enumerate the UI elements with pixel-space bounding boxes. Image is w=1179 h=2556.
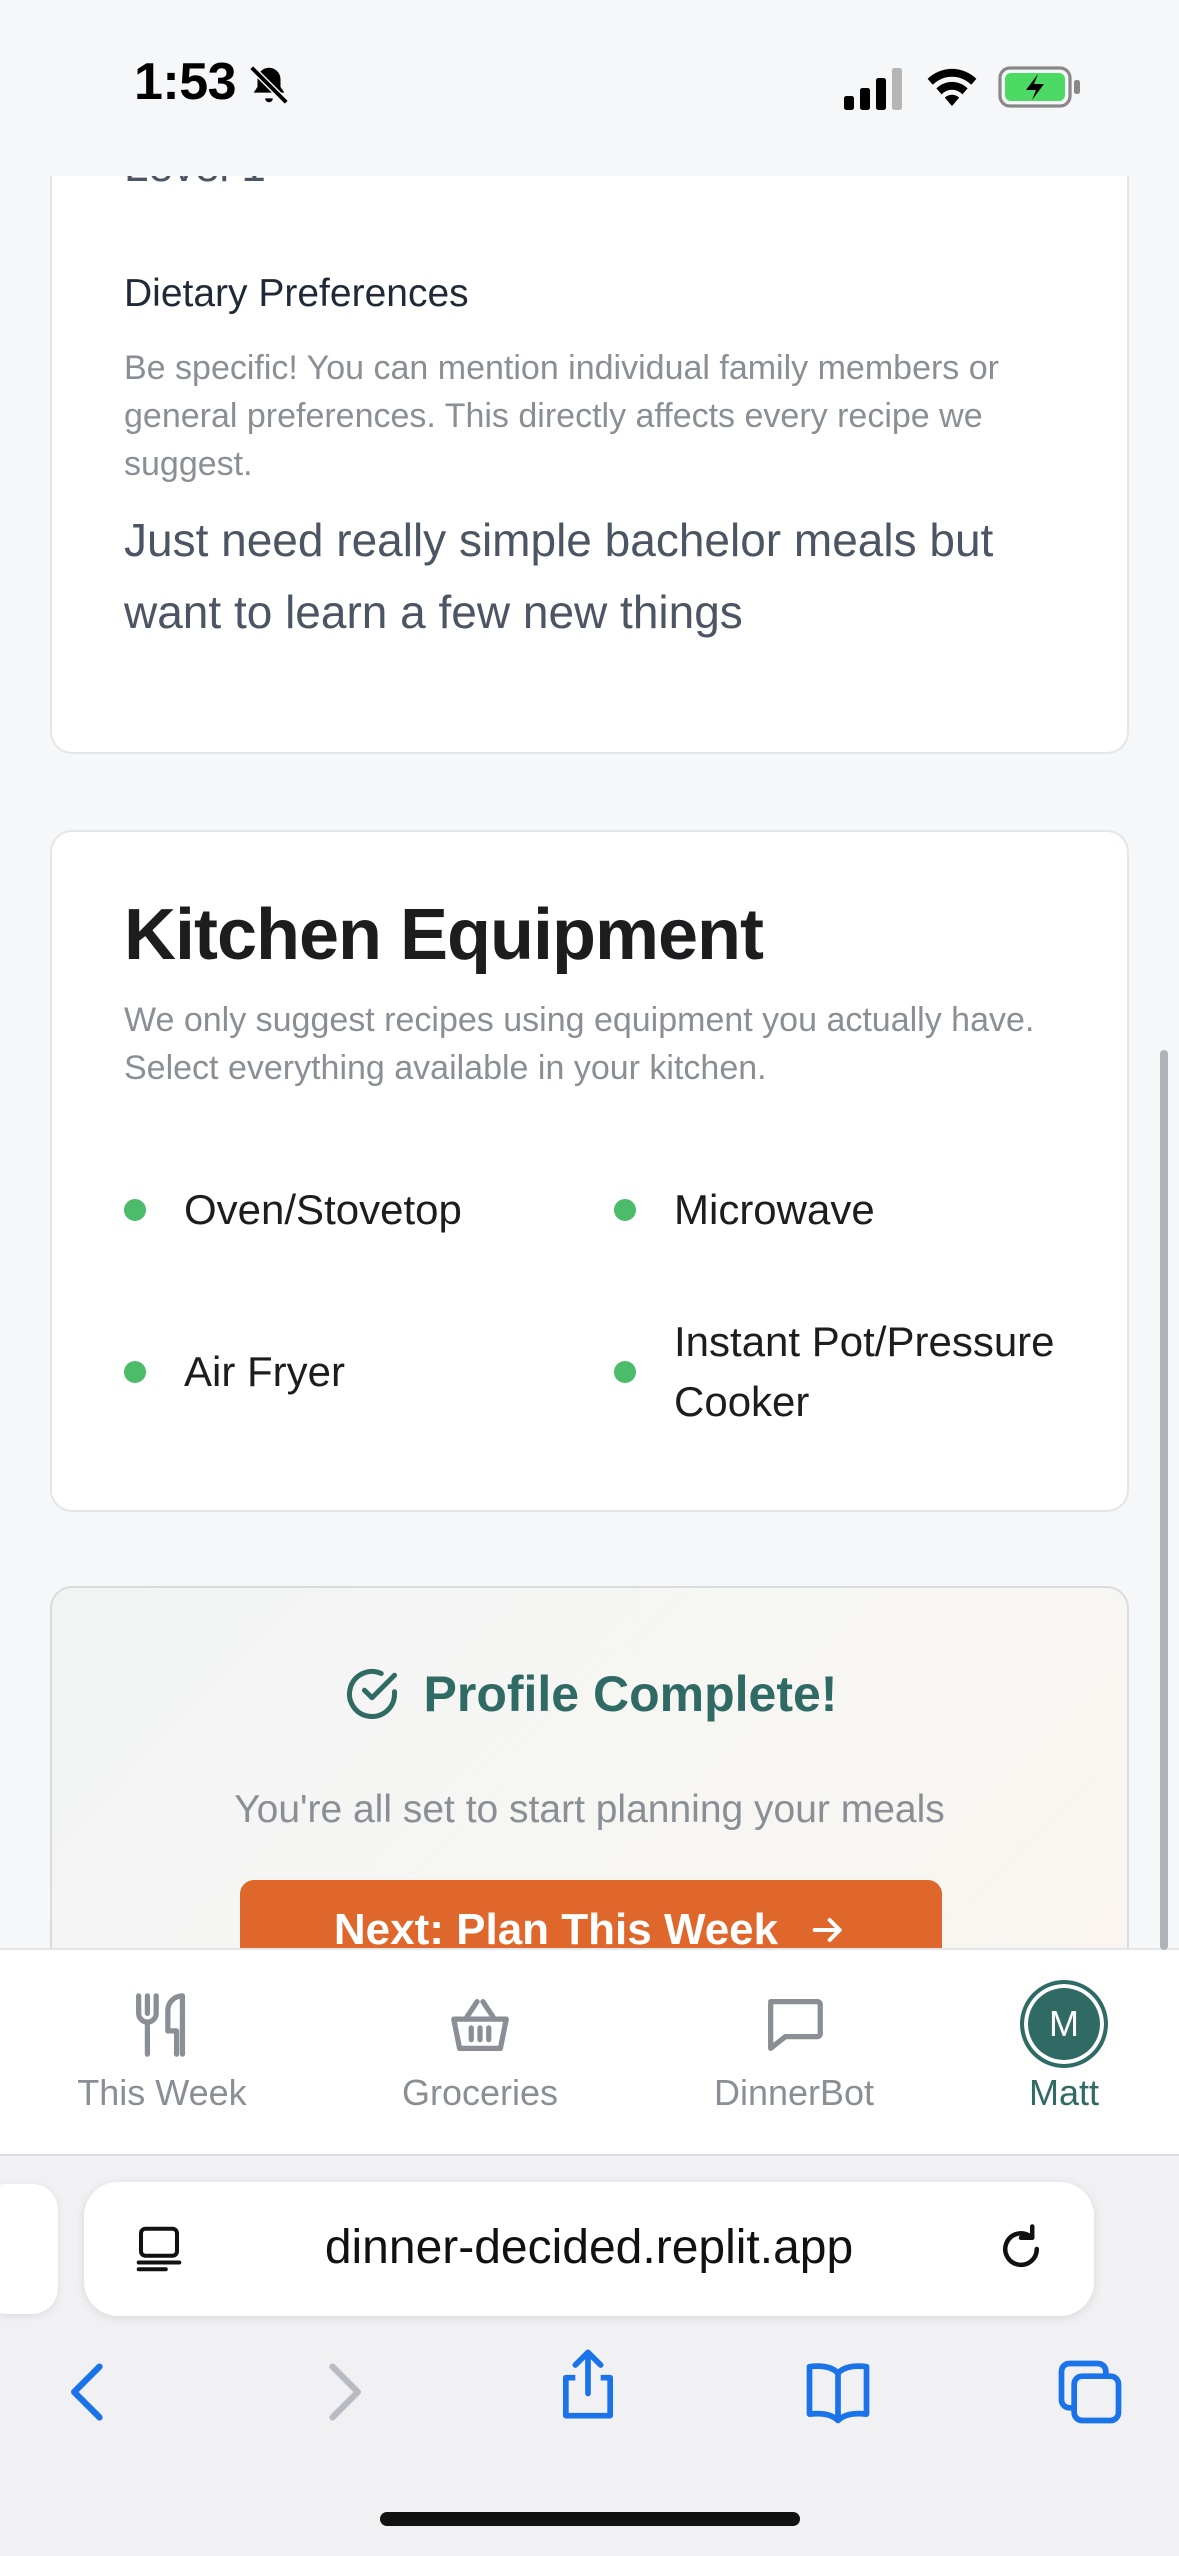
bottom-tab-bar: This Week Groceries DinnerBot M Matt [0, 1948, 1179, 2154]
profile-complete-heading: Profile Complete! [52, 1664, 1127, 1724]
profile-complete-title: Profile Complete! [423, 1666, 838, 1722]
chat-bubble-icon [768, 1999, 823, 2051]
tab-label: DinnerBot [713, 2072, 875, 2113]
kitchen-equipment-title: Kitchen Equipment [124, 895, 764, 975]
arrow-right-icon [812, 1918, 842, 1942]
wifi-icon [927, 68, 977, 106]
equipment-label: Microwave [674, 1186, 875, 1233]
equipment-item-air-fryer[interactable]: Air Fryer [124, 1342, 564, 1402]
basket-icon [451, 1999, 509, 2051]
profile-complete-card: Profile Complete! You're all set to star… [50, 1586, 1129, 1948]
cellular-signal-icon [844, 68, 902, 110]
home-indicator [380, 2512, 800, 2526]
avatar: M [1020, 1980, 1108, 2068]
tab-label: This Week [77, 2072, 247, 2113]
next-button-label: Next: Plan This Week [333, 1905, 779, 1948]
tab-dinnerbot[interactable]: DinnerBot [674, 1950, 914, 2156]
equipment-item-oven[interactable]: Oven/Stovetop [124, 1180, 564, 1240]
selected-indicator [124, 1361, 146, 1383]
forward-icon[interactable] [304, 2354, 380, 2430]
selected-indicator [614, 1199, 636, 1221]
skill-level-value: Level 1 [124, 176, 266, 192]
url-text: dinner-decided.replit.app [324, 2221, 854, 2274]
check-circle-icon [346, 1669, 397, 1719]
tab-profile[interactable]: M Matt [944, 1950, 1179, 2156]
next-plan-week-button[interactable]: Next: Plan This Week [240, 1880, 942, 1948]
kitchen-equipment-card: Kitchen Equipment We only suggest recipe… [50, 830, 1129, 1512]
equipment-item-instant-pot[interactable]: Instant Pot/Pressure Cooker [614, 1312, 1074, 1432]
tab-label: Groceries [401, 2072, 559, 2113]
tab-this-week[interactable]: This Week [42, 1950, 282, 2156]
status-bar: 1:53 [0, 0, 1179, 176]
bell-slash-icon [249, 65, 289, 105]
equipment-item-microwave[interactable]: Microwave [614, 1180, 1074, 1240]
reload-icon[interactable] [994, 2222, 1048, 2276]
share-icon[interactable] [550, 2346, 626, 2422]
page-content[interactable]: Level 1 Dietary Preferences Be specific!… [0, 176, 1179, 1948]
tab-label: Matt [1028, 2072, 1099, 2113]
back-icon[interactable] [52, 2354, 128, 2430]
profile-complete-subtitle: You're all set to start planning your me… [234, 1788, 945, 1831]
equipment-label: Instant Pot/Pressure Cooker [674, 1318, 1055, 1425]
dietary-preferences-help: Be specific! You can mention individual … [124, 349, 999, 483]
equipment-label: Oven/Stovetop [184, 1186, 462, 1233]
browser-toolbar: dinner-decided.replit.app [0, 2154, 1179, 2556]
previous-tab-card[interactable] [0, 2184, 58, 2314]
equipment-label: Air Fryer [184, 1348, 345, 1395]
selected-indicator [614, 1361, 636, 1383]
status-time: 1:53 [134, 53, 237, 111]
bookmarks-icon[interactable] [800, 2354, 876, 2430]
selected-indicator [124, 1199, 146, 1221]
profile-card: Level 1 Dietary Preferences Be specific!… [50, 176, 1129, 754]
scrollbar[interactable] [1160, 1050, 1168, 1950]
kitchen-equipment-help: We only suggest recipes using equipment … [124, 1001, 1035, 1087]
fork-knife-icon [136, 1993, 186, 2057]
dietary-preferences-field[interactable]: Just need really simple bachelor meals b… [124, 504, 1084, 648]
tabs-icon[interactable] [1052, 2354, 1128, 2430]
battery-charging-icon [998, 66, 1080, 108]
tab-groceries[interactable]: Groceries [360, 1950, 600, 2156]
address-bar[interactable]: dinner-decided.replit.app [84, 2182, 1094, 2316]
dietary-preferences-label: Dietary Preferences [124, 272, 469, 315]
